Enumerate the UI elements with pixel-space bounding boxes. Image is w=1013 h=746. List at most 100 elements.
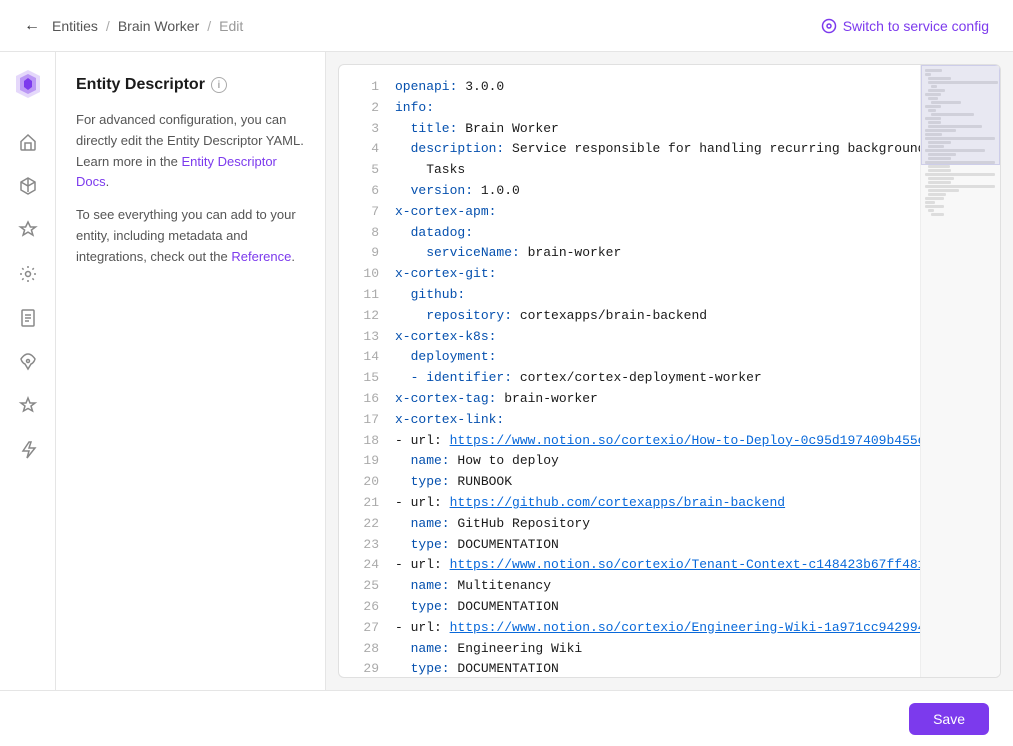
code-line: x-cortex-link: [395, 410, 908, 431]
line-number: 17 [355, 410, 379, 431]
code-line: - url: https://github.com/cortexapps/bra… [395, 493, 908, 514]
line-number: 20 [355, 472, 379, 493]
code-line: x-cortex-k8s: [395, 327, 908, 348]
code-content[interactable]: openapi: 3.0.0info: title: Brain Worker … [387, 65, 920, 677]
line-number: 6 [355, 181, 379, 202]
pin-icon [18, 396, 38, 416]
minimap-highlight [921, 65, 1000, 165]
code-line: - identifier: cortex/cortex-deployment-w… [395, 368, 908, 389]
code-line: name: Multitenancy [395, 576, 908, 597]
minimap-line [925, 201, 935, 204]
nav-item-catalog[interactable] [10, 168, 46, 204]
line-number: 18 [355, 431, 379, 452]
minimap-line [928, 169, 951, 172]
code-line: type: DOCUMENTATION [395, 597, 908, 618]
code-line: type: DOCUMENTATION [395, 659, 908, 677]
line-numbers: 1234567891011121314151617181920212223242… [339, 65, 387, 677]
entity-descriptor-docs-link[interactable]: Entity Descriptor Docs [76, 154, 277, 190]
line-number: 22 [355, 514, 379, 535]
code-line: name: GitHub Repository [395, 514, 908, 535]
footer: Save [0, 690, 1013, 746]
code-line: Tasks [395, 160, 908, 181]
nav-item-deploys[interactable] [10, 344, 46, 380]
minimap-line [928, 177, 954, 180]
minimap-line [928, 181, 951, 184]
code-line: github: [395, 285, 908, 306]
settings-circle-icon [821, 18, 837, 34]
line-number: 5 [355, 160, 379, 181]
topbar: ← Entities / Brain Worker / Edit Switch … [0, 0, 1013, 52]
code-line: x-cortex-tag: brain-worker [395, 389, 908, 410]
line-number: 10 [355, 264, 379, 285]
home-icon [18, 132, 38, 152]
minimap [920, 65, 1000, 677]
breadcrumb-sep2: / [207, 18, 211, 34]
code-line: x-cortex-git: [395, 264, 908, 285]
line-number: 16 [355, 389, 379, 410]
switch-service-config-button[interactable]: Switch to service config [821, 18, 989, 34]
url-link[interactable]: https://www.notion.so/cortexio/Engineeri… [450, 620, 920, 635]
nav-item-settings[interactable] [10, 256, 46, 292]
back-button[interactable]: ← [24, 17, 40, 35]
code-line: name: How to deploy [395, 451, 908, 472]
breadcrumb-entities[interactable]: Entities [52, 18, 98, 34]
url-link[interactable]: https://github.com/cortexapps/brain-back… [450, 495, 785, 510]
info-icon[interactable]: i [211, 77, 227, 93]
line-number: 24 [355, 555, 379, 576]
breadcrumb: ← Entities / Brain Worker / Edit [24, 17, 243, 35]
minimap-line [925, 197, 944, 200]
code-line: title: Brain Worker [395, 119, 908, 140]
nav-item-alerts[interactable] [10, 432, 46, 468]
line-number: 26 [355, 597, 379, 618]
code-line: datadog: [395, 223, 908, 244]
nav-item-favorites[interactable] [10, 212, 46, 248]
code-line: type: RUNBOOK [395, 472, 908, 493]
save-button[interactable]: Save [909, 703, 989, 735]
main-layout: Entity Descriptor i For advanced configu… [0, 52, 1013, 690]
line-number: 21 [355, 493, 379, 514]
minimap-line [931, 213, 944, 216]
line-number: 14 [355, 347, 379, 368]
rocket-icon [18, 352, 38, 372]
line-number: 1 [355, 77, 379, 98]
panel-title: Entity Descriptor i [76, 76, 305, 94]
line-number: 13 [355, 327, 379, 348]
line-number: 19 [355, 451, 379, 472]
url-link[interactable]: https://www.notion.so/cortexio/How-to-De… [450, 433, 920, 448]
code-line: openapi: 3.0.0 [395, 77, 908, 98]
gear-icon [18, 264, 38, 284]
code-line: deployment: [395, 347, 908, 368]
nav-item-tools[interactable] [10, 388, 46, 424]
reference-link[interactable]: Reference [231, 249, 291, 264]
nav-item-home[interactable] [10, 124, 46, 160]
minimap-line [928, 193, 946, 196]
panel-desc-1: For advanced configuration, you can dire… [76, 110, 305, 193]
sidebar-nav [0, 52, 56, 690]
url-link[interactable]: https://www.notion.so/cortexio/Tenant-Co… [450, 557, 920, 572]
app-logo[interactable] [12, 68, 44, 100]
cube-icon [18, 176, 38, 196]
line-number: 7 [355, 202, 379, 223]
code-line: name: Engineering Wiki [395, 639, 908, 660]
code-line: - url: https://www.notion.so/cortexio/Ho… [395, 431, 908, 452]
minimap-line [925, 173, 995, 176]
document-icon [18, 308, 38, 328]
line-number: 23 [355, 535, 379, 556]
breadcrumb-brain-worker[interactable]: Brain Worker [118, 18, 199, 34]
left-panel: Entity Descriptor i For advanced configu… [56, 52, 326, 690]
line-number: 2 [355, 98, 379, 119]
nav-item-docs[interactable] [10, 300, 46, 336]
line-number: 8 [355, 223, 379, 244]
breadcrumb-sep1: / [106, 18, 110, 34]
code-editor[interactable]: 1234567891011121314151617181920212223242… [339, 65, 1000, 677]
code-line: repository: cortexapps/brain-backend [395, 306, 908, 327]
line-number: 28 [355, 639, 379, 660]
minimap-line [925, 205, 944, 208]
panel-desc-2: To see everything you can add to your en… [76, 205, 305, 267]
minimap-line [925, 185, 995, 188]
minimap-line [928, 189, 959, 192]
line-number: 4 [355, 139, 379, 160]
code-line: - url: https://www.notion.so/cortexio/En… [395, 618, 908, 639]
breadcrumb-edit: Edit [219, 18, 243, 34]
code-editor-container: 1234567891011121314151617181920212223242… [338, 64, 1001, 678]
